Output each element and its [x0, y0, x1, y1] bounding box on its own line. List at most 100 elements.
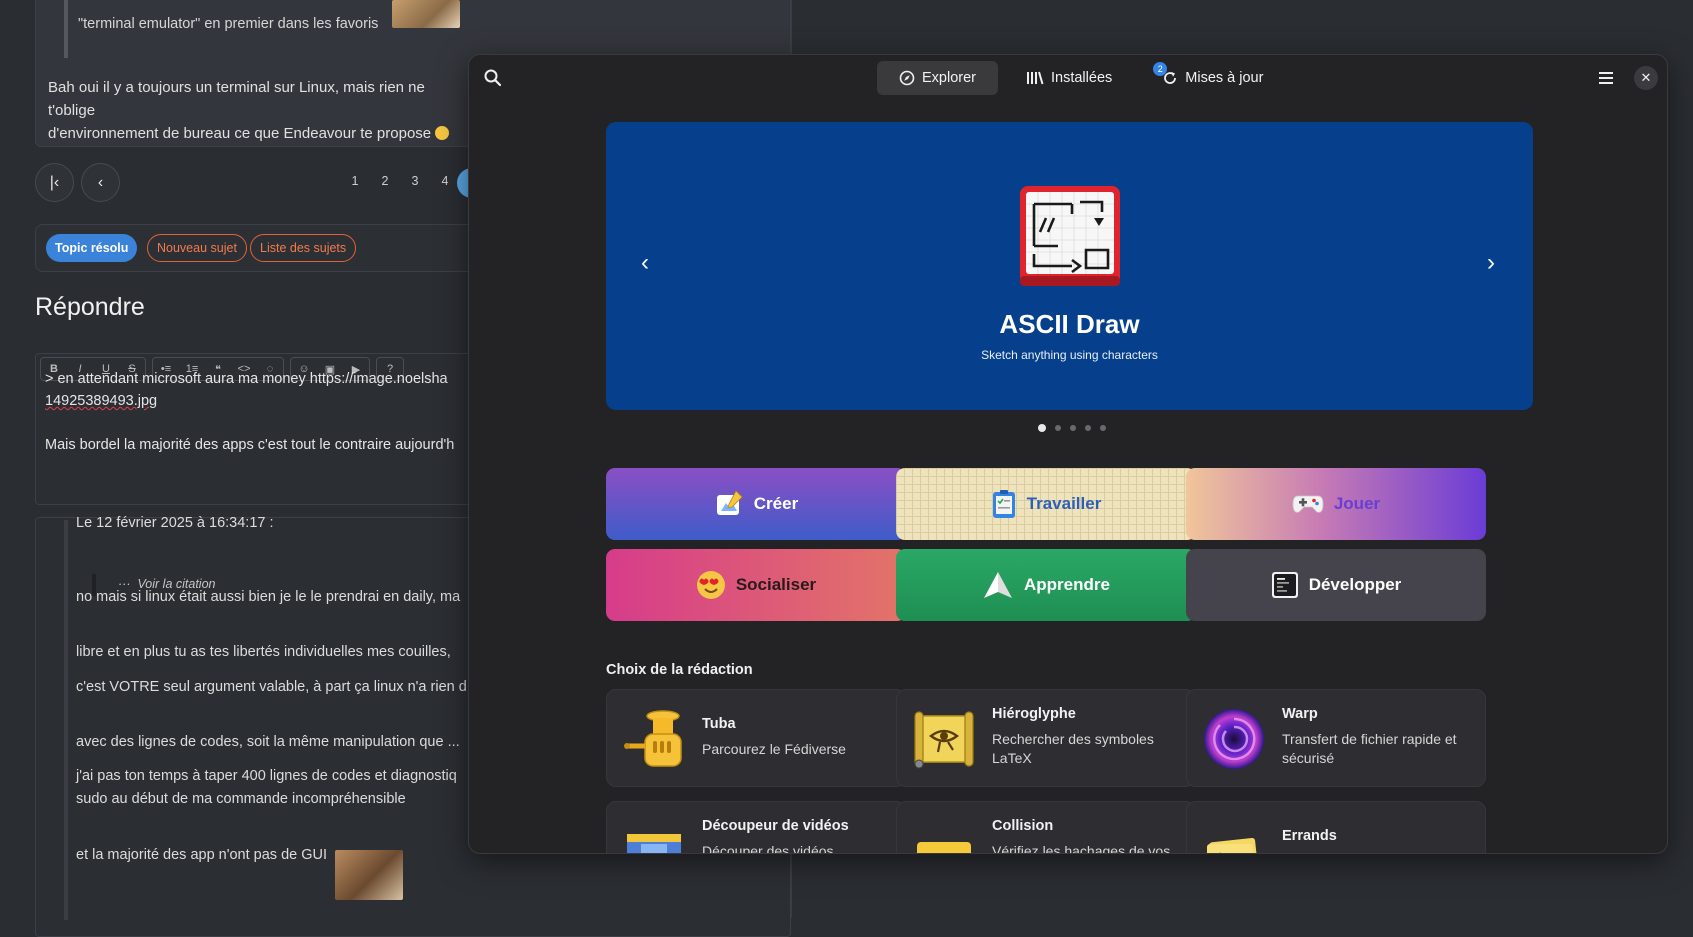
paper-plane-icon — [984, 572, 1013, 598]
software-window: Explorer Installées 2 Mises à jour ✕ ‹ ›… — [468, 54, 1668, 854]
collision-icon: 07 c2 — [917, 842, 971, 854]
ascii-draw-app-icon — [1020, 186, 1120, 286]
chevron-right-icon: › — [1487, 249, 1495, 276]
post-line: sudo au début de ma commande incompréhen… — [76, 791, 406, 807]
app-tile-warp[interactable]: Warp Transfert de fichier rapide et sécu… — [1186, 689, 1486, 787]
editors-choice-heading: Choix de la rédaction — [606, 662, 753, 678]
carousel-dot[interactable] — [1055, 425, 1061, 431]
new-topic-button[interactable]: Nouveau sujet — [147, 234, 247, 262]
carousel-dot[interactable] — [1070, 425, 1076, 431]
app-name: Errands — [1282, 828, 1337, 844]
tab-installed[interactable]: Installées — [1004, 61, 1134, 95]
featured-carousel[interactable]: ‹ › ASCII Draw Sketch anything using cha… — [606, 122, 1533, 410]
category-label: Jouer — [1333, 494, 1381, 513]
tuba-icon — [624, 710, 682, 767]
post-date: Le 12 février 2025 à 16:34:17 : — [76, 515, 274, 531]
app-name: Hiéroglyphe — [992, 706, 1076, 722]
category-label: Travailler — [1026, 494, 1102, 513]
app-description: Vérifiez les hachages de vos — [992, 843, 1171, 854]
tab-explore[interactable]: Explorer — [877, 61, 998, 95]
app-tile-collision[interactable]: 07 c2 Collision Vérifiez les hachages de… — [896, 801, 1196, 854]
reply-heading: Répondre — [35, 293, 145, 321]
warp-icon — [1204, 709, 1264, 769]
work-icon — [992, 490, 1015, 518]
library-icon — [1027, 71, 1044, 85]
video-trimmer-icon — [627, 834, 681, 853]
previous-page-button[interactable]: ‹ — [81, 163, 120, 202]
category-label: Socialiser — [735, 575, 817, 594]
header-bar: Explorer Installées 2 Mises à jour ✕ — [469, 55, 1667, 101]
post-line: libre et en plus tu as tes libertés indi… — [76, 644, 451, 660]
app-tile-tuba[interactable]: Tuba Parcourez le Fédiverse — [606, 689, 906, 787]
carousel-next-button[interactable]: › — [1476, 248, 1506, 278]
post-body-line: Bah oui il y a toujours un terminal sur … — [48, 79, 425, 119]
page-link[interactable]: 4 — [430, 174, 460, 188]
tab-updates[interactable]: 2 Mises à jour — [1140, 61, 1285, 95]
carousel-prev-button[interactable]: ‹ — [630, 248, 660, 278]
page-link[interactable]: 1 — [340, 174, 370, 188]
app-tile-video-trimmer[interactable]: Découpeur de vidéos Découper des vidéos — [606, 801, 906, 854]
carousel-indicator — [1038, 424, 1106, 432]
hieroglyphic-icon — [914, 711, 974, 769]
post-line: et la majorité des app n'ont pas de GUI — [76, 847, 328, 863]
app-description: Rechercher des symboles LaTeX — [992, 731, 1154, 766]
featured-app-subtitle: Sketch anything using characters — [981, 348, 1158, 362]
category-label: Développer — [1308, 575, 1402, 594]
app-description: Parcourez le Fédiverse — [702, 741, 846, 757]
carousel-dot[interactable] — [1038, 424, 1046, 432]
category-create[interactable]: Créer — [606, 468, 906, 540]
category-develop[interactable]: Développer — [1186, 549, 1486, 621]
carousel-dot[interactable] — [1085, 425, 1091, 431]
view-switcher: Explorer Installées 2 Mises à jour — [877, 61, 1285, 95]
post-line: j'ai pas ton temps à taper 400 lignes de… — [76, 768, 457, 784]
post-body-line: d'environnement de bureau ce que Endeavo… — [48, 125, 432, 142]
category-work[interactable]: Travailler — [896, 468, 1196, 540]
tab-label: Mises à jour — [1185, 70, 1264, 86]
emoji-icon — [696, 571, 725, 599]
post-line: avec des lignes de codes, soit la même m… — [76, 734, 460, 750]
close-button[interactable]: ✕ — [1634, 66, 1658, 90]
category-socialize[interactable]: Socialiser — [606, 549, 906, 621]
chevron-left-icon: ‹ — [641, 249, 649, 276]
gamepad-icon — [1292, 495, 1324, 513]
quote-bar — [64, 0, 68, 58]
post-body-text: Bah oui il y a toujours un terminal sur … — [48, 76, 468, 145]
first-page-button[interactable]: |‹ — [35, 163, 74, 202]
compass-icon — [899, 70, 915, 86]
category-label: Créer — [753, 494, 799, 513]
errands-icon — [1207, 838, 1259, 853]
page-link[interactable]: 2 — [370, 174, 400, 188]
app-tile-errands[interactable]: Errands — [1186, 801, 1486, 853]
terminal-icon — [1271, 572, 1298, 598]
thinking-emoji-icon — [435, 126, 450, 140]
tab-label: Installées — [1051, 70, 1113, 86]
app-description: Découper des vidéos — [702, 843, 834, 854]
resolved-topic-button[interactable]: Topic résolu — [46, 234, 138, 262]
app-name: Warp — [1282, 706, 1318, 722]
category-learn[interactable]: Apprendre — [896, 549, 1196, 621]
app-name: Découpeur de vidéos — [702, 818, 849, 834]
editor-text-line: 14925389493.jpg — [45, 393, 158, 409]
quote-bar — [64, 520, 68, 920]
sticker-image — [392, 0, 460, 28]
search-icon[interactable] — [483, 68, 503, 88]
sticker-image — [335, 850, 403, 900]
svg-text:07: 07 — [923, 851, 936, 854]
topic-list-button[interactable]: Liste des sujets — [250, 234, 357, 262]
app-name: Tuba — [702, 716, 736, 732]
create-icon — [716, 490, 743, 515]
hamburger-menu-icon[interactable] — [1597, 69, 1615, 87]
category-play[interactable]: Jouer — [1186, 468, 1486, 540]
app-description: Transfert de fichier rapide et sécurisé — [1282, 731, 1457, 766]
quote-text: "terminal emulator" en premier dans les … — [78, 16, 379, 32]
pagination: 1 2 3 4 — [340, 174, 460, 188]
post-line: no mais si linux était aussi bien je le … — [76, 589, 461, 605]
page-link[interactable]: 3 — [400, 174, 430, 188]
carousel-dot[interactable] — [1100, 425, 1106, 431]
featured-app-title: ASCII Draw — [999, 309, 1140, 339]
editor-text-line: > en attendant microsoft aura ma money h… — [45, 371, 448, 387]
app-tile-hieroglyphic[interactable]: Hiéroglyphe Rechercher des symboles LaTe… — [896, 689, 1196, 787]
editor-text-line: Mais bordel la majorité des apps c'est t… — [45, 437, 455, 453]
tab-label: Explorer — [922, 70, 976, 86]
svg-text:c2: c2 — [951, 851, 964, 854]
